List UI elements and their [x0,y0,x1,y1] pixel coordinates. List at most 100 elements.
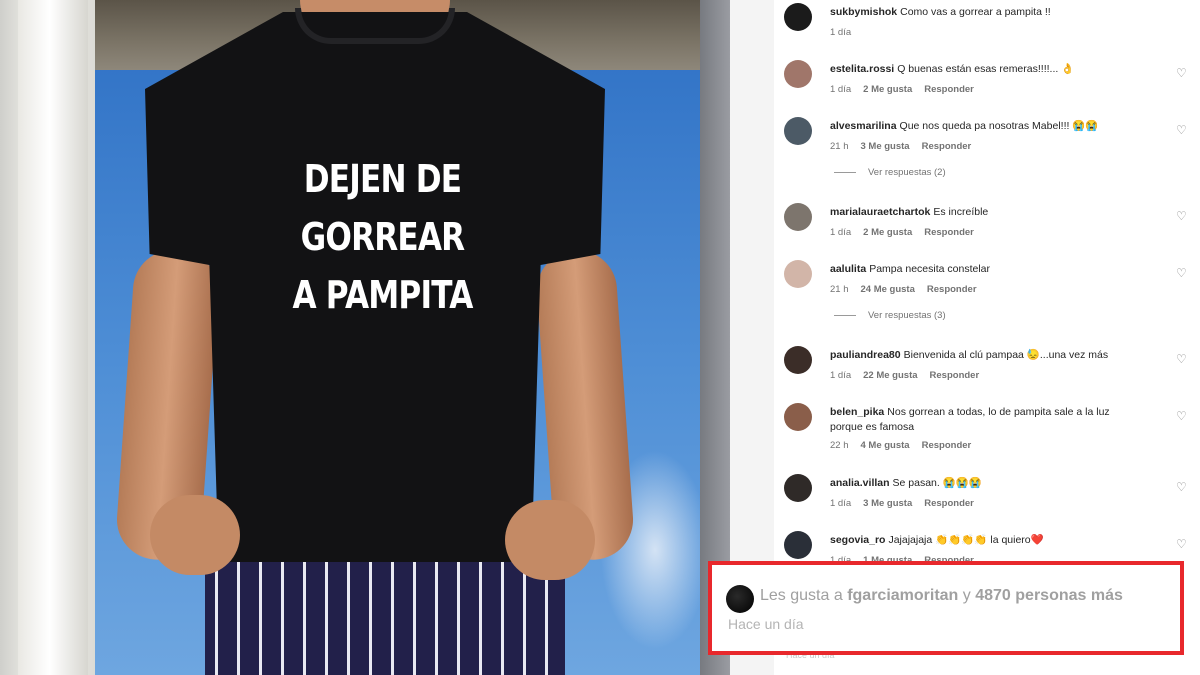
reply-button[interactable]: Responder [930,370,980,381]
comment-text: Bienvenida al clú pampaa 😓...una vez más [903,349,1109,361]
comment-text: Pampa necesita constelar [869,263,991,275]
likes-count[interactable]: 4870 personas más [975,587,1123,604]
commenter-avatar[interactable] [784,531,812,559]
comment-time: 1 día [830,227,852,238]
reply-button[interactable]: Responder [922,141,972,152]
comment-body: aalulita Pampa necesita constelar [830,262,1130,277]
comment-meta: 1 día 3 Me gusta Responder [830,498,986,509]
heart-icon[interactable]: ♡ [1176,123,1187,137]
likes-summary[interactable]: Les gusta a fgarciamoritan y 4870 person… [760,587,1123,605]
heart-icon[interactable]: ♡ [1176,266,1187,280]
commenter-avatar[interactable] [784,117,812,145]
comment-username[interactable]: sukbymishok [830,6,897,18]
comment-text: Es increíble [933,206,989,218]
comment-likes[interactable]: 24 Me gusta [861,284,915,295]
comment-username[interactable]: marialauraetchartok [830,206,930,218]
commenter-avatar[interactable] [784,346,812,374]
comment-item: analia.villan Se pasan. 😭😭😭 1 día 3 Me gust… [784,474,1187,520]
comment-time: 22 h [830,440,849,451]
comment-username[interactable]: estelita.rossi [830,63,894,75]
heart-icon[interactable]: ♡ [1176,66,1187,80]
comment-meta: 1 día 2 Me gusta Responder [830,84,986,95]
comment-text: Jajajajaja 👏👏👏👏 la quiero❤️ [888,534,1044,546]
comment-likes[interactable]: 3 Me gusta [861,141,910,152]
commenter-avatar[interactable] [784,260,812,288]
comment-likes[interactable]: 3 Me gusta [863,498,912,509]
comment-time: 21 h [830,141,849,152]
comment-username[interactable]: alvesmarilina [830,120,897,132]
comment-body: alvesmarilina Que nos queda pa nosotras M… [830,119,1130,134]
comment-text: Que nos queda pa nosotras Mabel!!! 😭😭 [899,120,1099,132]
shirt-line-2: GORREAR [300,215,466,259]
comment-meta: 1 día 22 Me gusta Responder [830,370,991,381]
reply-button[interactable]: Responder [924,84,974,95]
comment-meta: 21 h 24 Me gusta Responder [830,284,989,295]
shirt-collar [295,8,455,44]
commenter-avatar[interactable] [784,403,812,431]
post-photo[interactable]: DEJEN DE GORREAR A PAMPITA [0,0,730,675]
comment-meta: 1 día 2 Me gusta Responder [830,227,986,238]
comment-likes[interactable]: 2 Me gusta [863,84,912,95]
wooden-post-left-front [18,0,88,675]
likes-highlight-box: Les gusta a fgarciamoritan y 4870 person… [708,561,1184,655]
commenter-avatar[interactable] [784,474,812,502]
commenter-avatar[interactable] [784,203,812,231]
comment-item: alvesmarilina Que nos queda pa nosotras M… [784,117,1187,163]
shirt-slogan: DEJEN DE GORREAR A PAMPITA [290,150,475,324]
comment-item: aalulita Pampa necesita constelar 21 h 24 M… [784,260,1187,306]
replies-divider [834,171,856,173]
view-replies-label: Ver respuestas (3) [868,310,946,321]
shirt-line-3: A PAMPITA [292,273,473,317]
likes-conjunction: y [962,587,971,604]
comment-text: Se pasan. 😭😭😭 [892,477,982,489]
comment-text: Q buenas están esas remeras!!!!... 👌 [897,63,1075,75]
comment-item: marialauraetchartok Es increíble 1 día 2 Me… [784,203,1187,249]
view-replies-link[interactable]: Ver respuestas (2) [834,167,946,178]
reply-button[interactable]: Responder [922,440,972,451]
comment-time: 1 día [830,84,852,95]
heart-icon[interactable]: ♡ [1176,409,1187,423]
comment-likes[interactable]: 22 Me gusta [863,370,917,381]
comment-username[interactable]: pauliandrea80 [830,349,901,361]
heart-icon[interactable]: ♡ [1176,480,1187,494]
comment-meta: 21 h 3 Me gusta Responder [830,141,983,152]
comment-body: analia.villan Se pasan. 😭😭😭 [830,476,1130,491]
liker-avatar[interactable] [726,585,754,613]
reply-button[interactable]: Responder [924,227,974,238]
comment-meta: 22 h 4 Me gusta Responder [830,440,983,451]
comment-time: 1 día [830,498,852,509]
shirt-line-1: DEJEN DE [303,157,462,201]
comment-item: pauliandrea80 Bienvenida al clú pampaa 😓.… [784,346,1187,392]
heart-icon[interactable]: ♡ [1176,209,1187,223]
comment-likes[interactable]: 2 Me gusta [863,227,912,238]
comment-body: marialauraetchartok Es increíble [830,205,1130,220]
reply-button[interactable]: Responder [927,284,977,295]
heart-icon[interactable]: ♡ [1176,537,1187,551]
comment-body: belen_pika Nos gorrean a todas, lo de pam… [830,405,1130,435]
comment-body: segovia_ro Jajajajaja 👏👏👏👏 la quiero❤️ [830,533,1130,548]
liker-username[interactable]: fgarciamoritan [847,587,958,604]
comment-item: estelita.rossi Q buenas están esas remera… [784,60,1187,106]
reply-button[interactable]: Responder [924,498,974,509]
comment-time: 1 día [830,27,852,38]
comment-username[interactable]: aalulita [830,263,866,275]
comment-username[interactable]: analia.villan [830,477,890,489]
comment-username[interactable]: segovia_ro [830,534,885,546]
comment-body: estelita.rossi Q buenas están esas remera… [830,62,1130,77]
comment-meta: 1 día [830,27,863,38]
comment-body: sukbymishok Como vas a gorrear a pampita … [830,5,1130,20]
commenter-avatar[interactable] [784,60,812,88]
comment-username[interactable]: belen_pika [830,406,884,418]
comment-text: Como vas a gorrear a pampita !! [900,6,1051,18]
striped-shorts [205,548,565,675]
comment-item: sukbymishok Como vas a gorrear a pampita … [784,3,1184,49]
heart-icon[interactable]: ♡ [1176,352,1187,366]
likes-prefix: Les gusta a [760,587,843,604]
comment-time: 1 día [830,370,852,381]
commenter-avatar[interactable] [784,3,812,31]
comment-likes[interactable]: 4 Me gusta [861,440,910,451]
comment-time: 21 h [830,284,849,295]
replies-divider [834,314,856,316]
view-replies-link[interactable]: Ver respuestas (3) [834,310,946,321]
comment-body: pauliandrea80 Bienvenida al clú pampaa 😓.… [830,348,1130,363]
